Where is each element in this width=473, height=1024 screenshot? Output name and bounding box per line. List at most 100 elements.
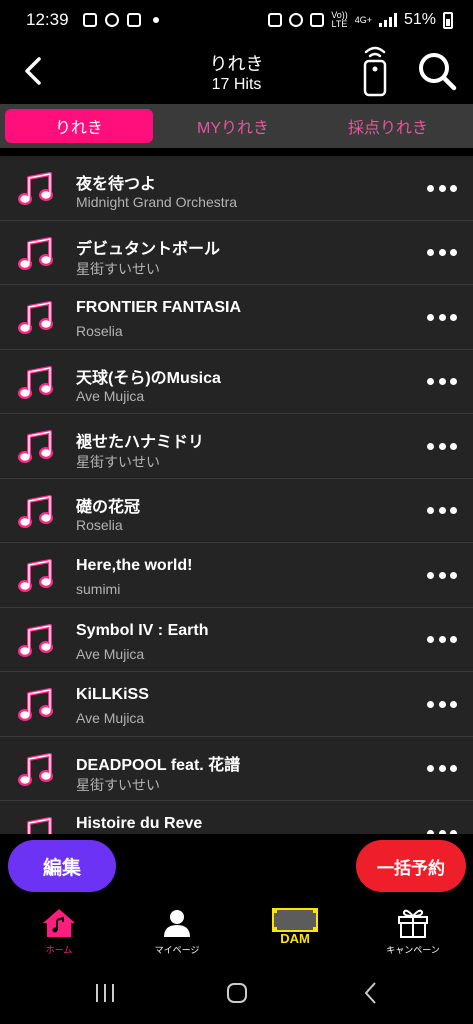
alarm-icon [289,13,304,27]
hits-count: 17 Hits [211,76,262,93]
song-title: 夜を待つよ [76,176,157,193]
more-options-button[interactable] [427,372,457,392]
status-time: 12:39 [26,10,69,29]
music-note-icon [18,172,53,205]
nav-mypage-label: マイページ [154,945,200,955]
tab-my-history[interactable]: MYりれき [153,109,313,143]
more-dot-icon [438,249,446,256]
more-dot-icon [427,184,434,192]
more-dot-icon [427,442,434,450]
more-dot-icon [450,184,457,192]
song-artist: Ave Mujica [76,387,145,404]
more-dot-icon [438,442,446,450]
gift-icon [398,909,428,938]
song-row[interactable]: Histoire du Reve [0,801,473,834]
line-notification-icon [104,13,119,27]
song-row[interactable]: 礎の花冠 Roselia [0,479,473,543]
song-artist: Ave Mujica [76,645,145,662]
song-title: Here,the world! [76,557,193,574]
more-options-button[interactable] [427,178,457,198]
more-options-button[interactable] [427,307,457,327]
nav-dam[interactable]: DAM [236,898,354,960]
song-artist: sumimi [76,581,121,597]
more-options-button[interactable] [427,823,457,834]
song-row[interactable]: 褪せたハナミドリ 星街すいせい [0,414,473,479]
more-notifications-icon [152,17,159,23]
battery-percent: 51% [403,11,436,28]
more-dot-icon [450,442,457,450]
song-artist: Roselia [76,323,123,339]
song-row[interactable]: KiLLKiSS Ave Mujica [0,672,473,737]
bottom-navigation: ホーム マイページ DAM キャンペーン [0,898,473,960]
volte-indicator: Vo)) LTE [331,10,348,29]
recent-apps-icon [96,984,114,1002]
nav-home-label: ホーム [45,945,73,955]
song-title: KiLLKiSS [76,686,149,703]
song-row[interactable]: デビュタントボール 星街すいせい [0,221,473,285]
song-artist: Roselia [76,516,123,533]
more-dot-icon [450,378,457,385]
more-options-button[interactable] [427,630,457,650]
music-note-icon [18,301,53,334]
more-dot-icon [450,700,457,708]
song-artist: 星街すいせい [76,260,160,277]
song-row[interactable]: 夜を待つよ Midnight Grand Orchestra [0,156,473,221]
nav-home[interactable]: ホーム [0,898,118,960]
home-system-button[interactable] [222,980,252,1006]
home-circle-icon [227,983,247,1003]
more-options-button[interactable] [427,694,457,714]
tab-history[interactable]: りれき [5,109,153,143]
edit-button[interactable]: 編集 [8,840,116,892]
more-dot-icon [438,765,446,772]
search-icon [419,53,457,91]
more-dot-icon [438,507,446,514]
song-title: 天球(そら)のMusica [76,369,221,387]
remote-button[interactable] [360,44,390,98]
more-dot-icon [427,700,434,708]
system-navigation [0,960,473,1024]
more-options-button[interactable] [427,501,457,521]
nav-mypage[interactable]: マイページ [118,898,236,960]
song-title: 礎の花冠 [76,498,141,516]
music-note-icon [18,623,53,657]
song-title: Symbol IV : Earth [76,621,209,639]
song-list[interactable]: 夜を待つよ Midnight Grand Orchestra デビュタントボール… [0,156,473,834]
back-arrow-icon [364,982,376,1004]
song-row[interactable]: DEADPOOL feat. 花譜 星街すいせい [0,737,473,801]
more-dot-icon [427,507,434,514]
song-artist: 星街すいせい [76,776,160,793]
more-dot-icon [450,507,457,514]
back-system-button[interactable] [356,980,386,1006]
song-title: 褪せたハナミドリ [76,434,205,451]
song-row[interactable]: Here,the world! sumimi [0,543,473,608]
more-options-button[interactable] [427,243,457,263]
remote-control-icon [363,46,387,97]
music-note-icon [18,236,53,270]
more-dot-icon [450,313,457,321]
more-dot-icon [438,313,446,321]
tab-score-history[interactable]: 採点りれき [313,109,463,143]
gallery-notification-icon [82,13,97,27]
more-options-button[interactable] [427,436,457,456]
status-bar: 12:39 Vo)) LTE 4G+ 51% [0,0,473,40]
music-note-icon [18,365,53,399]
song-row[interactable]: Symbol IV : Earth Ave Mujica [0,608,473,672]
song-row[interactable]: FRONTIER FANTASIA Roselia [0,285,473,350]
page-title: りれき [209,54,264,74]
more-dot-icon [427,313,434,321]
nav-campaign[interactable]: キャンペーン [354,898,472,960]
recent-apps-button[interactable] [90,980,120,1006]
more-options-button[interactable] [427,759,457,779]
more-dot-icon [450,636,457,643]
search-button[interactable] [416,50,458,92]
history-tabs: りれき MYりれき 採点りれき [0,104,473,148]
home-icon [43,909,75,937]
more-dot-icon [427,636,434,643]
bulk-reserve-button[interactable]: 一括予約 [356,840,466,892]
more-options-button[interactable] [427,565,457,585]
network-type: 4G+ [354,14,372,25]
more-dot-icon [438,636,446,643]
song-title: Histoire du Reve [76,815,203,832]
music-note-icon [18,752,53,786]
song-row[interactable]: 天球(そら)のMusica Ave Mujica [0,350,473,414]
